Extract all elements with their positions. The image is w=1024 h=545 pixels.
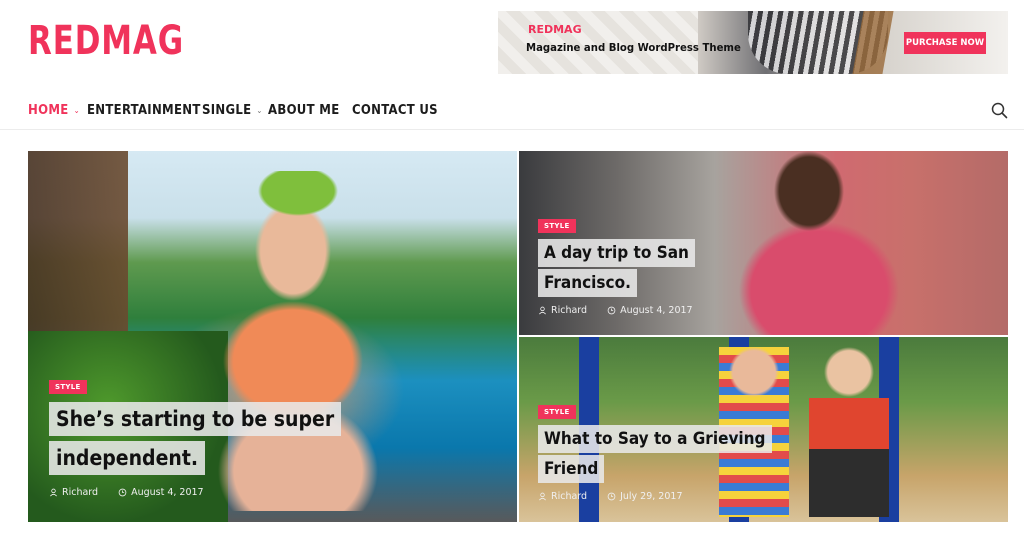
nav-item-label: CONTACT US [352, 102, 438, 118]
user-icon [50, 488, 57, 497]
post-image-girl-right [809, 347, 889, 517]
nav-item-contact-us[interactable]: CONTACT US [352, 100, 438, 120]
category-badge[interactable]: STYLE [538, 405, 576, 419]
nav-item-single[interactable]: SINGLE ⌄ [202, 100, 263, 120]
post-author[interactable]: Richard [551, 491, 587, 502]
user-icon [539, 306, 546, 315]
post-meta: Richard July 29, 2017 [538, 491, 683, 502]
post-date: July 29, 2017 [620, 491, 683, 502]
post-title-line[interactable]: She’s starting to be super [49, 402, 342, 436]
category-badge[interactable]: STYLE [538, 219, 576, 233]
nav-item-label: HOME [28, 102, 69, 118]
post-date: August 4, 2017 [620, 305, 693, 316]
search-icon[interactable] [990, 101, 1010, 121]
post-meta: Richard August 4, 2017 [49, 487, 204, 498]
post-title-line[interactable]: Francisco. [538, 269, 637, 297]
post-image-woman [208, 171, 398, 511]
post-meta: Richard August 4, 2017 [538, 305, 693, 316]
post-image-man-with-phone [719, 151, 899, 335]
clock-icon [118, 488, 127, 497]
featured-posts-grid: STYLE She’s starting to be super indepen… [28, 151, 1008, 522]
clock-icon [607, 306, 616, 315]
nav-item-home[interactable]: HOME ⌄ [28, 100, 80, 120]
post-title-line[interactable]: independent. [49, 441, 206, 475]
user-icon [539, 492, 546, 501]
nav-item-label: ENTERTAINMENT [87, 102, 201, 118]
post-title-line[interactable]: What to Say to a Grieving [538, 425, 772, 453]
nav-item-label: ABOUT ME [268, 102, 340, 118]
purchase-now-button[interactable]: PURCHASE NOW [904, 32, 986, 54]
featured-post-top-right[interactable]: STYLE A day trip to San Francisco. Richa… [519, 151, 1008, 335]
chevron-down-icon: ⌄ [256, 105, 263, 115]
clock-icon [607, 492, 616, 501]
banner-brand: REDMAG [528, 23, 582, 36]
header-ad-banner[interactable]: REDMAG Magazine and Blog WordPress Theme… [498, 11, 1008, 74]
post-date: August 4, 2017 [131, 487, 204, 498]
post-author[interactable]: Richard [551, 305, 587, 316]
site-header: REDMAG REDMAG Magazine and Blog WordPres… [0, 0, 1024, 88]
featured-post-bottom-right[interactable]: STYLE What to Say to a Grieving Friend R… [519, 337, 1008, 522]
main-navigation: HOME ⌄ ENTERTAINMENT ⌄ SINGLE ⌄ ABOUT ME CO… [0, 92, 1024, 130]
nav-item-entertainment[interactable]: ENTERTAINMENT ⌄ [87, 100, 212, 120]
banner-tagline: Magazine and Blog WordPress Theme [526, 41, 741, 54]
category-badge[interactable]: STYLE [49, 380, 87, 394]
featured-post-large[interactable]: STYLE She’s starting to be super indepen… [28, 151, 517, 522]
post-title-line[interactable]: Friend [538, 455, 605, 483]
post-author[interactable]: Richard [62, 487, 98, 498]
chevron-down-icon: ⌄ [73, 105, 80, 115]
nav-item-about-me[interactable]: ABOUT ME [268, 100, 339, 120]
site-logo[interactable]: REDMAG [28, 18, 184, 64]
post-title-line[interactable]: A day trip to San [538, 239, 695, 267]
nav-item-label: SINGLE [202, 102, 252, 118]
